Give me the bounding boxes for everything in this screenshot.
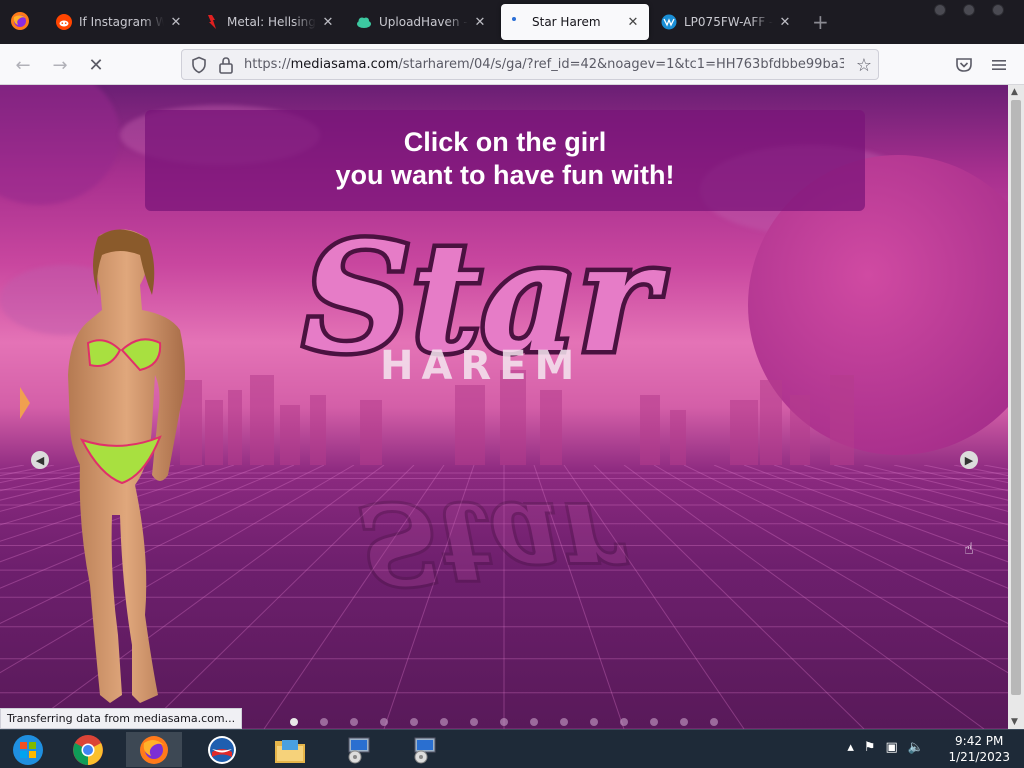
pocket-icon[interactable] bbox=[955, 56, 973, 74]
network-icon[interactable]: ▣ bbox=[886, 740, 898, 755]
carousel-dot[interactable] bbox=[680, 718, 688, 726]
logo-reflection-text: Star bbox=[360, 480, 627, 600]
carousel-dot[interactable] bbox=[710, 718, 718, 726]
carousel-dot[interactable] bbox=[290, 718, 298, 726]
banner-line-1: Click on the girl bbox=[403, 127, 607, 157]
game-icon bbox=[204, 14, 220, 30]
windows-taskbar: ▴ ⚑ ▣ 🔈 9:42 PM 1/21/2023 bbox=[0, 729, 1024, 768]
lock-icon[interactable] bbox=[218, 56, 234, 74]
forward-arrow-icon[interactable]: → bbox=[47, 52, 73, 78]
page-viewport: Star HAREM Star Click on the girl you wa… bbox=[0, 85, 1008, 729]
carousel-dot[interactable] bbox=[530, 718, 538, 726]
firefox-icon bbox=[140, 735, 168, 764]
carousel-dot[interactable] bbox=[560, 718, 568, 726]
show-hidden-icons-chevron-icon[interactable]: ▴ bbox=[847, 740, 854, 755]
bookmark-star-icon[interactable]: ☆ bbox=[856, 55, 872, 76]
carousel-dot[interactable] bbox=[320, 718, 328, 726]
url-domain: mediasama.com bbox=[290, 57, 399, 72]
tab-title: Star Harem bbox=[532, 15, 601, 29]
close-window-icon[interactable] bbox=[992, 4, 1004, 16]
close-tab-icon[interactable]: ✕ bbox=[168, 15, 184, 30]
action-center-flag-icon[interactable]: ⚑ bbox=[864, 740, 876, 755]
new-tab-plus-icon[interactable]: + bbox=[812, 12, 829, 32]
start-button[interactable] bbox=[0, 732, 56, 767]
tab-1[interactable]: Metal: Hellsinger ✕ bbox=[196, 4, 344, 40]
scroll-down-arrow-icon[interactable]: ▼ bbox=[1011, 717, 1018, 727]
taskbar-clock[interactable]: 9:42 PM 1/21/2023 bbox=[948, 733, 1010, 765]
hand-cursor-icon: ☝ bbox=[964, 539, 974, 558]
stop-loading-icon[interactable]: ✕ bbox=[83, 52, 109, 78]
obama-icon bbox=[208, 735, 236, 764]
file-explorer-icon bbox=[275, 739, 305, 763]
carousel-dot[interactable] bbox=[590, 718, 598, 726]
tracking-shield-icon[interactable] bbox=[190, 56, 208, 74]
back-arrow-icon[interactable]: ← bbox=[10, 52, 36, 78]
installer-icon bbox=[414, 737, 436, 763]
scrollbar-thumb[interactable] bbox=[1011, 100, 1021, 695]
system-tray: ▴ ⚑ ▣ 🔈 bbox=[847, 740, 924, 755]
address-bar[interactable]: https://mediasama.com/starharem/04/s/ga/… bbox=[181, 49, 879, 80]
status-bar: Transferring data from mediasama.com... bbox=[0, 708, 243, 729]
taskbar-installer-2[interactable] bbox=[396, 732, 452, 767]
logo-reflection: Star bbox=[357, 480, 630, 600]
tab-title: Metal: Hellsinger bbox=[227, 15, 316, 29]
tab-3-active[interactable]: Star Harem ✕ bbox=[501, 4, 649, 40]
dot-icon bbox=[509, 14, 525, 30]
close-tab-icon[interactable]: ✕ bbox=[320, 15, 336, 30]
carousel-dot[interactable] bbox=[650, 718, 658, 726]
taskbar-app[interactable] bbox=[194, 732, 250, 767]
url-text[interactable]: https://mediasama.com/starharem/04/s/ga/… bbox=[244, 57, 844, 72]
instruction-banner: Click on the girl you want to have fun w… bbox=[145, 110, 865, 211]
tab-title: LP075FW-AFF - c bbox=[684, 15, 773, 29]
clock-time: 9:42 PM bbox=[955, 734, 1004, 748]
cloud-icon bbox=[356, 14, 372, 30]
reddit-icon bbox=[56, 14, 72, 30]
carousel-dots bbox=[290, 718, 718, 726]
side-tab-marker bbox=[20, 387, 30, 419]
logo-subtitle: HAREM bbox=[380, 343, 583, 389]
background-cloud bbox=[0, 85, 120, 205]
taskbar-chrome[interactable] bbox=[60, 732, 116, 767]
tab-title: If Instagram Was bbox=[79, 15, 164, 29]
carousel-dot[interactable] bbox=[380, 718, 388, 726]
carousel-dot[interactable] bbox=[470, 718, 478, 726]
url-path: /starharem/04/s/ga/?ref_id=42&noagev=1&t… bbox=[398, 57, 844, 72]
model-photo[interactable] bbox=[40, 225, 210, 710]
carousel-next-button[interactable]: ▶ bbox=[960, 451, 978, 469]
carousel-dot[interactable] bbox=[410, 718, 418, 726]
scroll-up-arrow-icon[interactable]: ▲ bbox=[1011, 87, 1018, 97]
carousel-dot[interactable] bbox=[620, 718, 628, 726]
navigation-toolbar: ← → ✕ https://mediasama.com/starharem/04… bbox=[0, 44, 1024, 85]
carousel-dot[interactable] bbox=[440, 718, 448, 726]
banner-line-2: you want to have fun with! bbox=[335, 160, 675, 190]
clock-date: 1/21/2023 bbox=[948, 750, 1010, 764]
start-icon bbox=[13, 734, 43, 765]
close-tab-icon[interactable]: ✕ bbox=[472, 15, 488, 30]
close-tab-icon[interactable]: ✕ bbox=[777, 15, 793, 30]
carousel-dot[interactable] bbox=[350, 718, 358, 726]
minimize-window-icon[interactable] bbox=[934, 4, 946, 16]
carousel-dot[interactable] bbox=[500, 718, 508, 726]
tab-4[interactable]: LP075FW-AFF - c ✕ bbox=[653, 4, 801, 40]
taskbar-explorer[interactable] bbox=[262, 732, 318, 767]
volume-icon[interactable]: 🔈 bbox=[908, 740, 924, 755]
taskbar-installer-1[interactable] bbox=[330, 732, 386, 767]
globe-icon bbox=[661, 14, 677, 30]
hamburger-menu-icon[interactable] bbox=[991, 57, 1007, 73]
taskbar-firefox[interactable] bbox=[126, 732, 182, 767]
maximize-window-icon[interactable] bbox=[963, 4, 975, 16]
tab-2[interactable]: UploadHaven - File ✕ bbox=[348, 4, 496, 40]
chrome-icon bbox=[73, 734, 103, 765]
close-tab-icon[interactable]: ✕ bbox=[625, 15, 641, 30]
tab-title: UploadHaven - File bbox=[379, 15, 468, 29]
firefox-menu-icon[interactable] bbox=[10, 11, 30, 31]
installer-icon bbox=[348, 737, 370, 763]
tab-bar: If Instagram Was ✕ Metal: Hellsinger ✕ U… bbox=[0, 0, 1024, 44]
page-scrollbar[interactable]: ▲ ▼ bbox=[1008, 85, 1024, 729]
url-scheme: https:// bbox=[244, 57, 291, 72]
tab-0[interactable]: If Instagram Was ✕ bbox=[48, 4, 192, 40]
carousel-prev-button[interactable]: ◀ bbox=[31, 451, 49, 469]
